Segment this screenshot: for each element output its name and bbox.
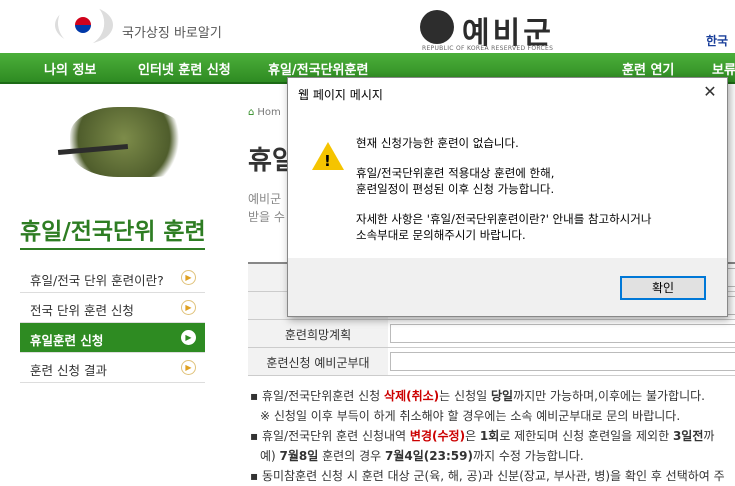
notice-emphasis: 7월8일 — [279, 449, 319, 463]
sidebar-item-about[interactable]: 휴일/전국 단위 훈련이란? ▶ — [20, 263, 205, 293]
notice-emphasis: 3일전 — [672, 429, 704, 443]
arrow-right-icon: ▶ — [181, 300, 196, 315]
nav-item-my-info[interactable]: 나의 정보 — [44, 59, 96, 78]
sidebar-item-results[interactable]: 훈련 신청 결과 ▶ — [20, 353, 205, 383]
notice-item: ▪ 휴일/전국단위훈련 신청 삭제(취소)는 신청일 당일까지만 가능하며,이후… — [250, 386, 725, 406]
notice-emphasis: 삭제(취소) — [384, 389, 440, 403]
dialog-message-line: 현재 신청가능한 훈련이 없습니다. — [356, 136, 519, 150]
site-logo-subtitle: REPUBLIC OF KOREA RESERVED FORCES — [422, 45, 554, 52]
breadcrumb-home[interactable]: Hom — [257, 107, 280, 118]
nav-item-holiday-training[interactable]: 휴일/전국단위훈련 — [268, 59, 368, 78]
dialog-footer: 확인 — [288, 258, 727, 316]
notice-text: 는 신청일 — [439, 389, 491, 403]
dialog-message-line: 소속부대로 문의해주시기 바랍니다. — [356, 228, 526, 242]
notice-text: ▪ 휴일/전국단위 훈련 신청내역 — [250, 429, 410, 443]
notice-sub-item: ※ 신청일 이후 부득이 하게 취소해야 할 경우에는 소속 예비군부대로 문의… — [260, 409, 681, 423]
nav-item-defer[interactable]: 보류 — [712, 59, 735, 78]
top-link[interactable]: 한국 — [706, 32, 728, 49]
taegeuk-icon — [75, 17, 91, 33]
sidebar-title: 휴일/전국단위 훈련 — [20, 219, 206, 245]
notice-text: ▪ 휴일/전국단위훈련 신청 — [250, 389, 385, 403]
home-icon[interactable]: ⌂ — [248, 107, 254, 118]
sidebar-item-national-apply[interactable]: 전국 단위 훈련 신청 ▶ — [20, 293, 205, 323]
site-header: 국가상징 바로알기 예비군 REPUBLIC OF KOREA RESERVED… — [0, 0, 735, 53]
table-row: 훈련희망계획 — [248, 320, 735, 348]
sidebar-banner-image — [20, 95, 205, 190]
row-header: 훈련희망계획 — [248, 320, 388, 347]
ok-button[interactable]: 확인 — [620, 276, 706, 300]
dialog-titlebar[interactable]: 웹 페이지 메시지 ✕ — [288, 78, 727, 108]
dialog-title: 웹 페이지 메시지 — [298, 88, 383, 102]
arrow-right-icon: ▶ — [181, 360, 196, 375]
notice-list: ▪ 휴일/전국단위훈련 신청 삭제(취소)는 신청일 당일까지만 가능하며,이후… — [250, 386, 725, 486]
notice-text: 까지만 가능하며,이후에는 불가합니다. — [513, 389, 705, 403]
sidebar-item-label: 전국 단위 훈련 신청 — [30, 303, 134, 318]
notice-item: ▪ 휴일/전국단위 훈련 신청내역 변경(수정)은 1회로 제한되며 신청 훈련… — [250, 426, 725, 446]
sidebar-menu: 휴일/전국 단위 훈련이란? ▶ 전국 단위 훈련 신청 ▶ 휴일훈련 신청 ▶… — [20, 263, 205, 383]
nav-item-internet-training[interactable]: 인터넷 훈련 신청 — [138, 59, 231, 78]
notice-text: 훈련의 경우 — [318, 449, 385, 463]
row-header: 훈련신청 예비군부대 — [248, 348, 388, 375]
sidebar-item-label: 훈련 신청 결과 — [30, 363, 107, 378]
warning-icon-mark: ! — [324, 152, 331, 170]
notice-item: ▪ 동미참훈련 신청 시 훈련 대상 군(육, 해, 공)과 신분(장교, 부사… — [250, 469, 725, 483]
training-plan-field[interactable] — [390, 324, 735, 343]
row-header-label: 훈련희망계획 — [284, 328, 352, 342]
close-icon[interactable]: ✕ — [701, 82, 719, 101]
notice-sub-item: 예) 7월8일 훈련의 경우 7월4일(23:59)까지 수정 가능합니다. — [250, 446, 725, 466]
table-row: 훈련신청 예비군부대 — [248, 348, 735, 376]
page-description: 예비군 받을 수 — [248, 190, 285, 226]
sidebar-item-label: 휴일훈련 신청 — [30, 333, 104, 348]
notice-text: 까지 수정 가능합니다. — [472, 449, 584, 463]
national-symbol-link[interactable]: 국가상징 바로알기 — [122, 22, 222, 41]
row-header-label: 훈련신청 예비군부대 — [266, 356, 370, 370]
soldier-illustration — [70, 107, 190, 177]
korean-flag-icon[interactable] — [55, 6, 113, 44]
notice-text: 로 제한되며 신청 훈련일을 제외한 — [499, 429, 673, 443]
nav-item-postpone[interactable]: 훈련 연기 — [622, 59, 674, 78]
dialog-message-line: 휴일/전국단위훈련 적용대상 훈련에 한해, — [356, 166, 555, 180]
dialog-message-line: 자세한 사항은 '휴일/전국단위훈련이란?' 안내를 참고하시거나 — [356, 212, 652, 226]
arrow-right-icon: ▶ — [181, 330, 196, 345]
reserve-unit-field[interactable] — [390, 352, 735, 371]
page-description-line: 예비군 — [248, 192, 282, 206]
notice-text: 예) — [260, 449, 280, 463]
reserve-forces-emblem-icon — [420, 10, 454, 44]
page-description-line: 받을 수 — [248, 210, 285, 224]
sidebar-title-divider — [20, 248, 205, 250]
notice-emphasis: 변경(수정) — [409, 429, 466, 443]
web-page-message-dialog: 웹 페이지 메시지 ✕ ! 현재 신청가능한 훈련이 없습니다. 휴일/전국단위… — [287, 77, 728, 317]
notice-text: 은 — [465, 429, 480, 443]
sidebar-item-label: 휴일/전국 단위 훈련이란? — [30, 273, 164, 288]
dialog-body: ! 현재 신청가능한 훈련이 없습니다. 휴일/전국단위훈련 적용대상 훈련에 … — [288, 108, 727, 258]
sidebar-item-holiday-apply[interactable]: 휴일훈련 신청 ▶ — [20, 323, 205, 353]
notice-text: 까 — [703, 429, 715, 443]
breadcrumb: ⌂ Hom — [248, 107, 281, 118]
notice-emphasis: 1회 — [479, 429, 500, 443]
notice-emphasis: 7월4일(23:59) — [384, 449, 473, 463]
notice-emphasis: 당일 — [490, 389, 514, 403]
dialog-message-line: 훈련일정이 편성된 이후 신청 가능합니다. — [356, 182, 555, 196]
arrow-right-icon: ▶ — [181, 270, 196, 285]
